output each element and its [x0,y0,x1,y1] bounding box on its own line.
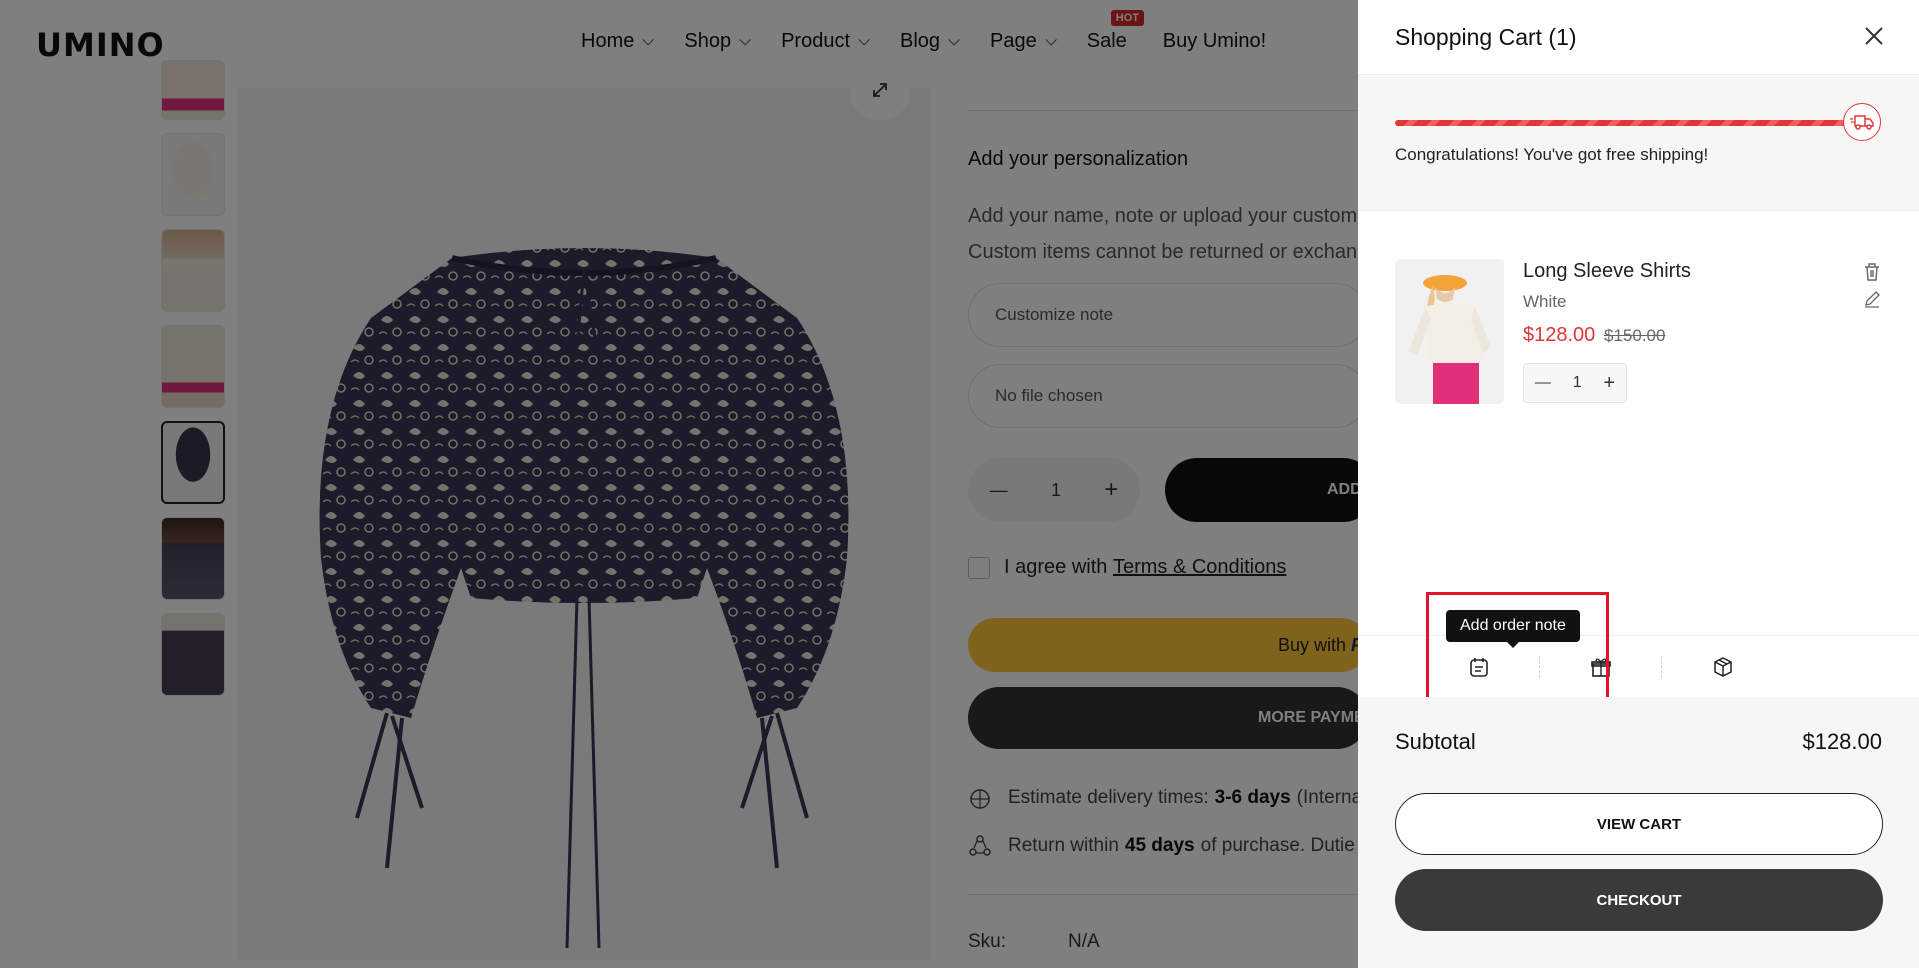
increase-qty-button[interactable]: + [1603,372,1615,395]
cart-item-price: $128.00 [1523,324,1596,346]
cart-item-name[interactable]: Long Sleeve Shirts [1523,260,1691,283]
subtotal-value: $128.00 [1802,729,1882,754]
view-cart-button[interactable]: VIEW CART [1395,793,1883,855]
free-shipping-progress: Congratulations! You've got free shippin… [1358,75,1919,211]
cart-item-variant: White [1523,292,1567,311]
edit-icon[interactable] [1863,290,1881,308]
decrease-qty-button[interactable]: — [1535,374,1551,392]
shipping-message: Congratulations! You've got free shippin… [1395,145,1709,164]
checkout-button[interactable]: CHECKOUT [1395,869,1883,931]
cart-header: Shopping Cart (1) [1358,0,1919,75]
truck-icon [1843,103,1881,141]
product-thumbnail [1395,259,1504,404]
box-icon [1713,656,1732,677]
trash-icon[interactable] [1863,262,1881,282]
cart-item-quantity[interactable]: 1 [1573,374,1582,392]
cart-drawer: Shopping Cart (1) Congratulations! You'v… [1358,0,1919,968]
cart-title: Shopping Cart (1) [1395,24,1577,50]
highlight-box [1426,592,1609,703]
cart-footer: Subtotal $128.00 VIEW CART CHECKOUT [1358,697,1919,968]
shipping-progress-bar [1395,120,1860,126]
estimate-shipping-button[interactable] [1662,636,1783,697]
page-overlay[interactable] [0,0,1358,968]
cart-item-quantity-stepper: — 1 + [1523,363,1627,403]
close-icon[interactable] [1860,22,1888,50]
cart-item-compare-price: $150.00 [1604,326,1666,345]
subtotal-label: Subtotal [1395,729,1476,754]
cart-item-image[interactable] [1395,259,1504,404]
